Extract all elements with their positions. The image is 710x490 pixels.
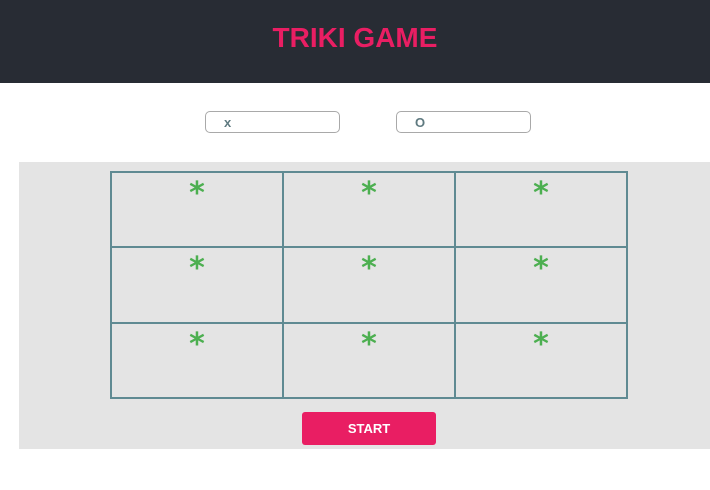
cell-mark: * (361, 176, 377, 211)
start-button[interactable]: START (302, 412, 436, 445)
board-cell[interactable]: * (455, 172, 627, 248)
game-title: TRIKI GAME (272, 22, 438, 53)
cell-mark: * (533, 251, 549, 287)
cell-mark: * (533, 176, 549, 211)
cell-mark: * (189, 326, 205, 362)
cell-mark: * (189, 176, 205, 211)
player-o-input[interactable] (396, 111, 531, 133)
game-board: * * * * * * * * * (110, 171, 628, 399)
app-header: TRIKI GAME (0, 0, 710, 83)
cell-mark: * (189, 251, 205, 287)
cell-mark: * (361, 326, 377, 362)
board-cell[interactable]: * (455, 247, 627, 323)
board-cell[interactable]: * (283, 247, 455, 323)
board-cell[interactable]: * (283, 172, 455, 248)
board-cell[interactable]: * (111, 172, 283, 248)
player-x-input[interactable] (205, 111, 340, 133)
board-area: * * * * * * * * * START (19, 162, 710, 449)
board-cell[interactable]: * (283, 322, 455, 398)
board-cell[interactable]: * (111, 247, 283, 323)
cell-mark: * (361, 251, 377, 287)
board-cell[interactable]: * (111, 322, 283, 398)
board-cell[interactable]: * (455, 322, 627, 398)
cell-mark: * (533, 326, 549, 362)
